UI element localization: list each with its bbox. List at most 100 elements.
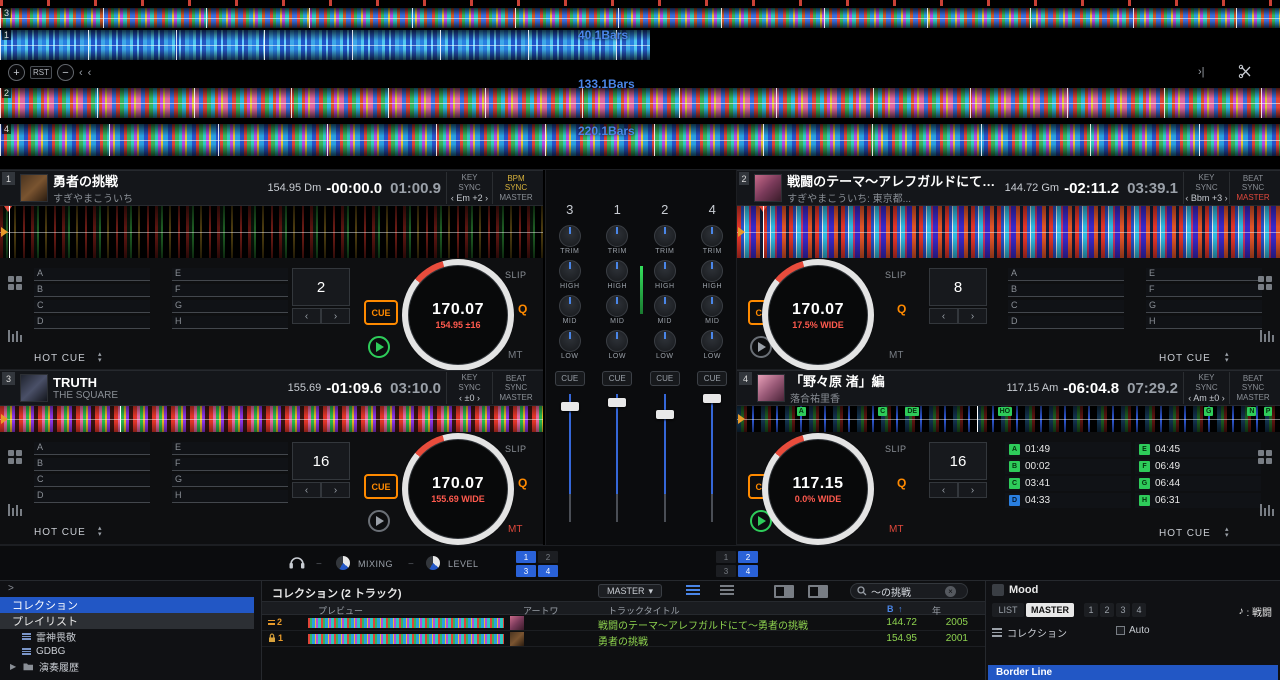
key-left-icon[interactable]: ‹ [451, 193, 454, 203]
high-knob[interactable] [606, 260, 629, 282]
deck4-sync-button[interactable]: BEAT SYNC [1236, 374, 1270, 392]
deck4-master-button[interactable]: MASTER [1236, 393, 1270, 402]
sidebar-item-playlist[interactable]: 雷神畏敬 [0, 629, 254, 644]
pad-mode-icon[interactable] [8, 450, 22, 464]
fader-handle[interactable] [608, 398, 627, 407]
grid-edit-scissors-icon[interactable] [1238, 64, 1253, 79]
deck3-quantize-button[interactable]: Q [518, 476, 527, 490]
search-clear-button[interactable]: × [945, 585, 956, 597]
hotcue-slot[interactable]: B [1008, 284, 1124, 297]
trim-knob[interactable] [701, 225, 724, 247]
hotcue-slot[interactable]: D [1008, 316, 1124, 329]
hotcue-slot[interactable]: A [1008, 268, 1124, 281]
slider-mode-icon[interactable] [8, 330, 22, 342]
column-bpm[interactable]: B [887, 604, 894, 614]
deck1-master-button[interactable]: MASTER [499, 193, 533, 202]
deck2-quantize-button[interactable]: Q [897, 302, 906, 316]
assign-button-4[interactable]: 4 [538, 565, 558, 577]
assign-button-4[interactable]: 4 [738, 565, 758, 577]
track-preview-waveform[interactable] [308, 618, 504, 628]
hotcue-slot[interactable]: F [1146, 284, 1262, 297]
table-row[interactable]: 2 戦闘のテーマ〜アレフガルドにて〜勇者の挑戦 144.72 2005 [262, 615, 985, 632]
hotcue-slot[interactable]: E [1146, 268, 1262, 281]
low-knob[interactable] [558, 330, 581, 352]
channel-fader[interactable] [645, 394, 685, 522]
hotcue-marker[interactable]: P [1263, 407, 1273, 416]
related-selected-track[interactable]: Border Line [988, 665, 1278, 680]
hotcue-slot[interactable]: G [172, 300, 288, 313]
mid-knob[interactable] [653, 295, 676, 317]
hotcue-slot[interactable]: D [34, 316, 150, 329]
hotcue-slot[interactable]: H [1146, 316, 1262, 329]
hotcue-slot[interactable]: B [34, 458, 150, 471]
deck2-slip-button[interactable]: SLIP [885, 270, 907, 280]
waveform-lane-deck2[interactable] [0, 88, 1280, 118]
hotcue-entry[interactable]: B 00:02 [1005, 459, 1131, 474]
zoom-in-button[interactable]: + [8, 64, 25, 81]
assign-button-1[interactable]: 1 [516, 551, 536, 563]
beat-jump-back-button[interactable]: ‹ [292, 482, 321, 498]
low-knob[interactable] [606, 330, 629, 352]
reset-button[interactable]: RST [30, 66, 52, 79]
hotcue-slot[interactable]: F [172, 284, 288, 297]
assign-button-3[interactable]: 3 [716, 565, 736, 577]
beat-jump-back-button[interactable]: ‹ [929, 308, 958, 324]
assign-button-2[interactable]: 2 [738, 551, 758, 563]
hotcue-entry[interactable]: A 01:49 [1005, 442, 1131, 457]
slider-mode-icon[interactable] [8, 504, 22, 516]
key-right-icon[interactable]: › [1225, 193, 1228, 203]
two-deck-layout-button[interactable] [774, 585, 794, 598]
hotcue-slot[interactable]: B [34, 284, 150, 297]
deck3-key-sync[interactable]: KEY SYNC ‹ ±0 › [447, 372, 493, 404]
related-source-collection[interactable]: コレクション [992, 625, 1067, 640]
list-toggle-button[interactable]: LIST [992, 603, 1024, 617]
tree-caret-icon[interactable]: ▶ [10, 662, 18, 671]
mid-knob[interactable] [606, 295, 629, 317]
hotcue-slot[interactable]: C [34, 300, 150, 313]
hotcue-marker[interactable]: A [796, 407, 806, 416]
high-knob[interactable] [653, 260, 676, 282]
deck1-slip-button[interactable]: SLIP [505, 270, 527, 280]
channel-fader[interactable] [692, 394, 732, 522]
hotcue-slot[interactable]: A [34, 442, 150, 455]
hotcue-marker[interactable]: HO [997, 407, 1013, 416]
hotcue-entry[interactable]: G 06:44 [1135, 476, 1261, 491]
hotcue-entry[interactable]: E 04:45 [1135, 442, 1261, 457]
key-left-icon[interactable]: ‹ [1185, 193, 1188, 203]
hotcue-marker[interactable]: G [1203, 407, 1214, 416]
key-left-icon[interactable]: ‹ [1188, 393, 1191, 403]
deck-filter-2[interactable]: 2 [1100, 603, 1114, 617]
high-knob[interactable] [558, 260, 581, 282]
fader-handle[interactable] [703, 394, 722, 403]
detail-view-button[interactable] [720, 585, 734, 595]
deck3-track-strip[interactable] [0, 406, 543, 432]
auto-toggle[interactable]: Auto [1116, 625, 1150, 636]
deck4-slip-button[interactable]: SLIP [885, 444, 907, 454]
sidebar-item-collection[interactable]: コレクション [0, 597, 254, 613]
deck3-slip-button[interactable]: SLIP [505, 444, 527, 454]
deck4-quantize-button[interactable]: Q [897, 476, 906, 490]
master-deck-selector[interactable]: MASTER ▾ [598, 584, 662, 598]
waveform-lane-deck1[interactable] [0, 30, 650, 60]
assign-button-3[interactable]: 3 [516, 565, 536, 577]
deck1-cue-button[interactable]: CUE [364, 300, 398, 325]
waveform-lane-deck4[interactable] [0, 124, 1280, 156]
deck4-track-strip[interactable]: A C DE HO G N P [737, 406, 1280, 432]
deck2-track-strip[interactable] [737, 206, 1280, 258]
trim-knob[interactable] [653, 225, 676, 247]
skip-next-icon[interactable]: ›| [1198, 66, 1205, 78]
deck3-cue-button[interactable]: CUE [364, 474, 398, 499]
track-preview-waveform[interactable] [308, 634, 504, 644]
fader-handle[interactable] [655, 410, 674, 419]
deck2-sync-button[interactable]: BEAT SYNC [1236, 174, 1270, 192]
deck1-sync-button[interactable]: BPM SYNC [499, 174, 533, 192]
skip-prev-icon[interactable]: ‹ [79, 67, 83, 79]
hotcue-slot[interactable]: H [172, 316, 288, 329]
beat-jump-fwd-button[interactable]: › [321, 482, 350, 498]
deck2-key-sync[interactable]: KEY SYNC ‹ Bbm +3 › [1184, 172, 1230, 204]
hotcue-slot[interactable]: H [172, 490, 288, 503]
low-knob[interactable] [653, 330, 676, 352]
deck4-key-sync[interactable]: KEY SYNC ‹ Am ±0 › [1184, 372, 1230, 404]
hotcue-entry[interactable]: F 06:49 [1135, 459, 1261, 474]
hotcue-marker[interactable]: N [1247, 407, 1257, 416]
